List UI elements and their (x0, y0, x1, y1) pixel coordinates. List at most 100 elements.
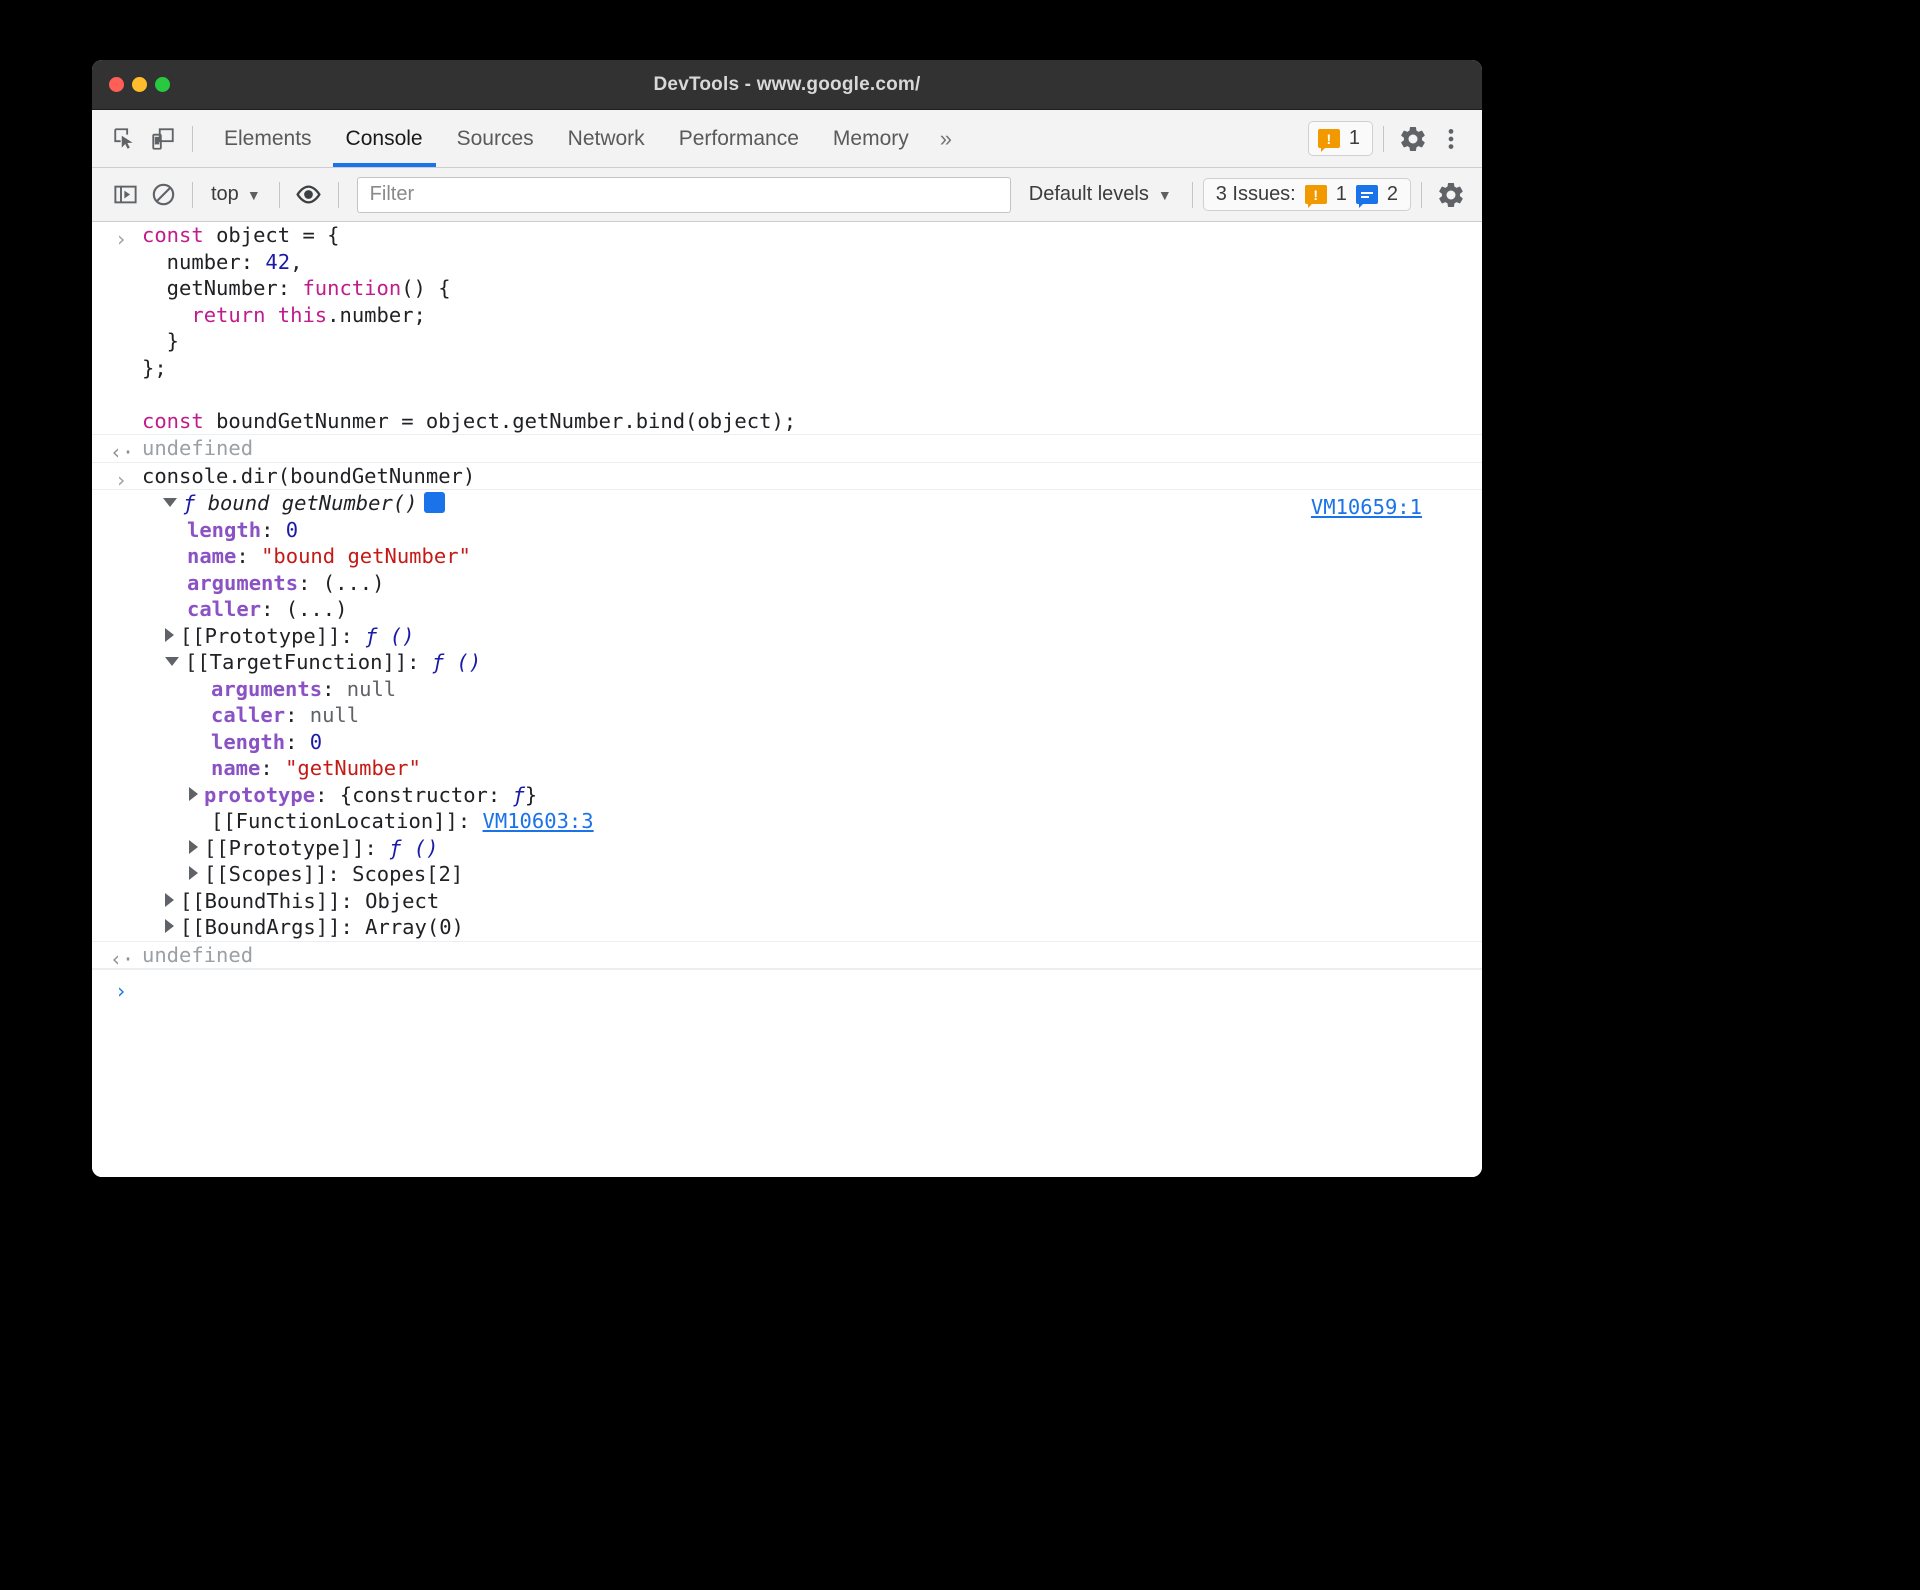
source-location-link[interactable]: VM10659:1 (1311, 494, 1422, 521)
code-line: return this.number; (142, 302, 1482, 329)
tree-token: : (285, 703, 310, 727)
toolbar-divider-1 (192, 181, 193, 208)
filter-input[interactable] (356, 176, 1011, 213)
console-settings-gear-icon[interactable] (1432, 176, 1470, 214)
function-name: bound getNumber() (207, 491, 418, 515)
console-marker: › (114, 227, 128, 251)
tab-label: Performance (678, 126, 799, 150)
tab-performance[interactable]: Performance (662, 110, 816, 167)
console-dir-result[interactable]: VM10659:1 ƒ bound getNumber() i length: 0 na… (92, 490, 1482, 942)
console-output[interactable]: › const object = { number: 42, getNumber:… (92, 222, 1482, 1177)
tab-network[interactable]: Network (551, 110, 662, 167)
code-line: } (142, 328, 1482, 355)
execution-context-selector[interactable]: top ▼ (203, 183, 269, 206)
tree-token: caller (211, 703, 286, 727)
tab-label: Network (567, 126, 645, 150)
more-tabs-chevron-icon[interactable]: » (926, 110, 966, 167)
disclosure-triangle-icon[interactable] (165, 892, 174, 907)
code-token: undefined (142, 436, 254, 460)
object-tree-header[interactable]: ƒ bound getNumber() i (142, 490, 1482, 517)
tab-console[interactable]: Console (329, 110, 440, 167)
issues-button[interactable]: 3 Issues: ! 1 2 (1202, 178, 1411, 211)
disclosure-triangle-icon[interactable] (165, 919, 174, 933)
console-input-entry: › const object = { number: 42, getNumber:… (92, 222, 1482, 435)
console-output-entry: ‹· undefined (92, 435, 1482, 464)
object-tree-row: name: "bound getNumber" (142, 543, 1482, 570)
object-tree-row[interactable]: prototype: {constructor: ƒ} (142, 782, 1482, 809)
code-line: undefined (142, 435, 1482, 462)
disclosure-triangle-icon[interactable] (163, 497, 177, 507)
tree-token: [[Prototype]]: (180, 623, 366, 648)
code-token: , (290, 249, 303, 274)
console-entries: › const object = { number: 42, getNumber:… (92, 222, 1482, 1015)
code-token: number: (142, 249, 266, 274)
disclosure-triangle-icon[interactable] (165, 656, 179, 666)
tree-token: null (309, 703, 360, 727)
object-tree-row[interactable]: [[Prototype]]: ƒ () (142, 623, 1482, 650)
tree-token: "getNumber" (285, 756, 421, 780)
console-input-entry: › console.dir(boundGetNunmer) (92, 463, 1482, 492)
tree-token: 0 (285, 517, 299, 542)
tree-token: name (187, 544, 237, 568)
code-token: }; (142, 355, 167, 380)
tree-token: caller (187, 597, 262, 621)
issues-label: 3 Issues: (1215, 183, 1296, 205)
console-entry-content: console.dir(boundGetNunmer) (92, 463, 1482, 490)
code-line: getNumber: function() { (142, 275, 1482, 302)
tree-token: [[TargetFunction]]: (185, 650, 432, 674)
tree-token: : (261, 517, 286, 542)
prompt-caret-icon: › (114, 979, 128, 1003)
tab-sources[interactable]: Sources (440, 110, 551, 167)
disclosure-triangle-icon[interactable] (189, 786, 198, 801)
function-location-link[interactable]: VM10603:3 (483, 809, 594, 833)
tree-token: name (211, 756, 261, 780)
code-line: }; (142, 355, 1482, 382)
info-chip-icon[interactable]: i (420, 491, 445, 513)
object-tree-row: arguments: null (142, 676, 1482, 703)
kebab-menu-icon[interactable] (1432, 120, 1470, 158)
function-symbol: ƒ (183, 491, 208, 515)
object-tree-row[interactable]: [[BoundArgs]]: Array(0) (142, 914, 1482, 941)
tree-token: arguments (187, 570, 299, 595)
log-levels-selector[interactable]: Default levels ▼ (1019, 183, 1182, 206)
tree-token: length (211, 729, 286, 754)
tab-elements[interactable]: Elements (207, 110, 329, 167)
window-title: DevTools - www.google.com/ (653, 73, 921, 95)
minimize-window-button[interactable] (132, 77, 147, 92)
tree-token: arguments (211, 676, 323, 701)
object-tree-row: arguments: (...) (142, 570, 1482, 597)
code-token: boundGetNunmer = object.getNumber.bind(o… (216, 408, 797, 433)
warning-icon: ! (1304, 185, 1327, 208)
close-window-button[interactable] (109, 77, 124, 92)
gear-icon[interactable] (1394, 120, 1432, 158)
clear-console-icon[interactable] (144, 176, 182, 214)
zoom-window-button[interactable] (155, 77, 170, 92)
warning-count-button[interactable]: ! 1 (1307, 121, 1373, 156)
tree-token: : (285, 729, 310, 754)
chevron-down-icon: ▼ (1157, 186, 1172, 203)
tabbar-right-divider (1383, 125, 1384, 152)
tree-token: ƒ (512, 782, 525, 807)
disclosure-triangle-icon[interactable] (189, 839, 198, 854)
execution-context-label: top (211, 183, 239, 205)
device-toolbar-icon[interactable] (144, 120, 182, 158)
object-tree: ƒ bound getNumber() i length: 0 name: "boun… (92, 490, 1482, 941)
object-tree-row[interactable]: [[Prototype]]: ƒ () (142, 835, 1482, 862)
object-tree-row[interactable]: [[Scopes]]: Scopes[2] (142, 861, 1482, 888)
live-expression-eye-icon[interactable] (290, 176, 328, 214)
tree-token: : {constructor: (315, 782, 513, 807)
disclosure-triangle-icon[interactable] (189, 866, 198, 880)
object-tree-row[interactable]: [[BoundThis]]: Object (142, 888, 1482, 915)
disclosure-triangle-icon[interactable] (165, 627, 174, 642)
console-sidebar-icon[interactable] (106, 176, 144, 214)
inspect-element-icon[interactable] (106, 120, 144, 158)
tab-memory[interactable]: Memory (816, 110, 926, 167)
tree-token: [[Prototype]]: (204, 835, 390, 860)
devtools-tabbar: Elements Console Sources Network Perform… (92, 110, 1482, 168)
code-token: return this (191, 302, 328, 327)
console-prompt[interactable]: › (92, 969, 1482, 1015)
tree-token: Array(0) (365, 915, 464, 939)
object-tree-row[interactable]: [[TargetFunction]]: ƒ () (142, 649, 1482, 676)
tree-token: : (236, 544, 262, 568)
